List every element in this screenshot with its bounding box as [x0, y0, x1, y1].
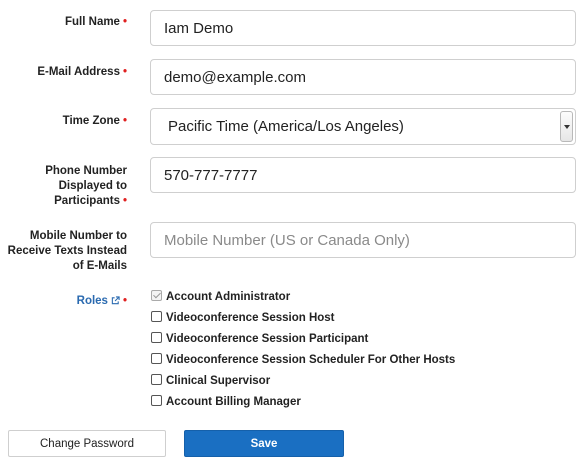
role-label: Account Administrator: [166, 291, 291, 303]
role-videoconference-session-scheduler[interactable]: Videoconference Session Scheduler For Ot…: [151, 353, 455, 367]
role-checkbox[interactable]: [151, 374, 162, 385]
chevron-down-icon[interactable]: [560, 111, 573, 142]
time-zone-select[interactable]: Pacific Time (America/Los Angeles): [150, 108, 576, 145]
roles-label: Roles •: [0, 294, 127, 309]
required-marker: •: [122, 195, 127, 207]
phone-input[interactable]: [150, 157, 576, 193]
role-label: Account Billing Manager: [166, 396, 301, 408]
mobile-label-line-1: Mobile Number to: [29, 230, 127, 242]
change-password-button[interactable]: Change Password: [8, 430, 166, 457]
phone-label-line-1: Phone Number: [45, 165, 127, 177]
role-account-billing-manager[interactable]: Account Billing Manager: [151, 395, 301, 409]
time-zone-label: Time Zone •: [62, 115, 127, 127]
mobile-input[interactable]: [150, 222, 576, 258]
email-input[interactable]: [150, 59, 576, 95]
required-marker: •: [122, 115, 127, 127]
mobile-label: Mobile Number to Receive Texts Instead o…: [0, 229, 127, 274]
required-marker: •: [122, 66, 127, 78]
phone-label-line-3: Participants •: [54, 195, 127, 207]
mobile-label-line-2: Receive Texts Instead: [7, 245, 127, 257]
roles-link[interactable]: Roles: [77, 295, 120, 307]
full-name-label: Full Name •: [65, 16, 127, 28]
mobile-label-line-3: of E-Mails: [72, 260, 127, 272]
role-videoconference-session-participant[interactable]: Videoconference Session Participant: [151, 332, 368, 346]
phone-label: Phone Number Displayed to Participants •: [0, 164, 127, 209]
role-label: Videoconference Session Scheduler For Ot…: [166, 354, 456, 366]
required-marker: •: [122, 295, 127, 307]
role-checkbox[interactable]: [151, 332, 162, 343]
role-videoconference-session-host[interactable]: Videoconference Session Host: [151, 311, 335, 325]
role-checkbox[interactable]: [151, 290, 162, 301]
time-zone-value: Pacific Time (America/Los Angeles): [168, 118, 404, 135]
full-name-input[interactable]: [150, 10, 576, 46]
role-checkbox[interactable]: [151, 395, 162, 406]
role-label: Clinical Supervisor: [166, 375, 271, 387]
role-label: Videoconference Session Participant: [166, 333, 369, 345]
role-checkbox[interactable]: [151, 353, 162, 364]
external-link-icon: [111, 296, 120, 305]
role-account-administrator[interactable]: Account Administrator: [151, 290, 290, 304]
role-label: Videoconference Session Host: [166, 312, 335, 324]
role-checkbox[interactable]: [151, 311, 162, 322]
email-label: E-Mail Address •: [37, 66, 127, 78]
save-button[interactable]: Save: [184, 430, 344, 457]
required-marker: •: [122, 16, 127, 28]
role-clinical-supervisor[interactable]: Clinical Supervisor: [151, 374, 270, 388]
phone-label-line-2: Displayed to: [58, 180, 127, 192]
